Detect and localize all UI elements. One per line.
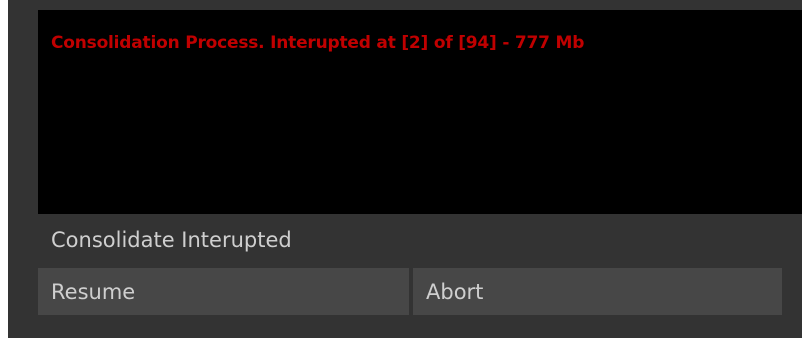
abort-button[interactable]: Abort [413,268,782,315]
resume-button[interactable]: Resume [38,268,409,315]
log-output-area: Consolidation Process. Interupted at [2]… [38,10,802,214]
status-label: Consolidate Interupted [51,228,292,252]
log-message: Consolidation Process. Interupted at [2]… [51,33,585,53]
consolidate-dialog: Consolidation Process. Interupted at [2]… [8,0,802,338]
